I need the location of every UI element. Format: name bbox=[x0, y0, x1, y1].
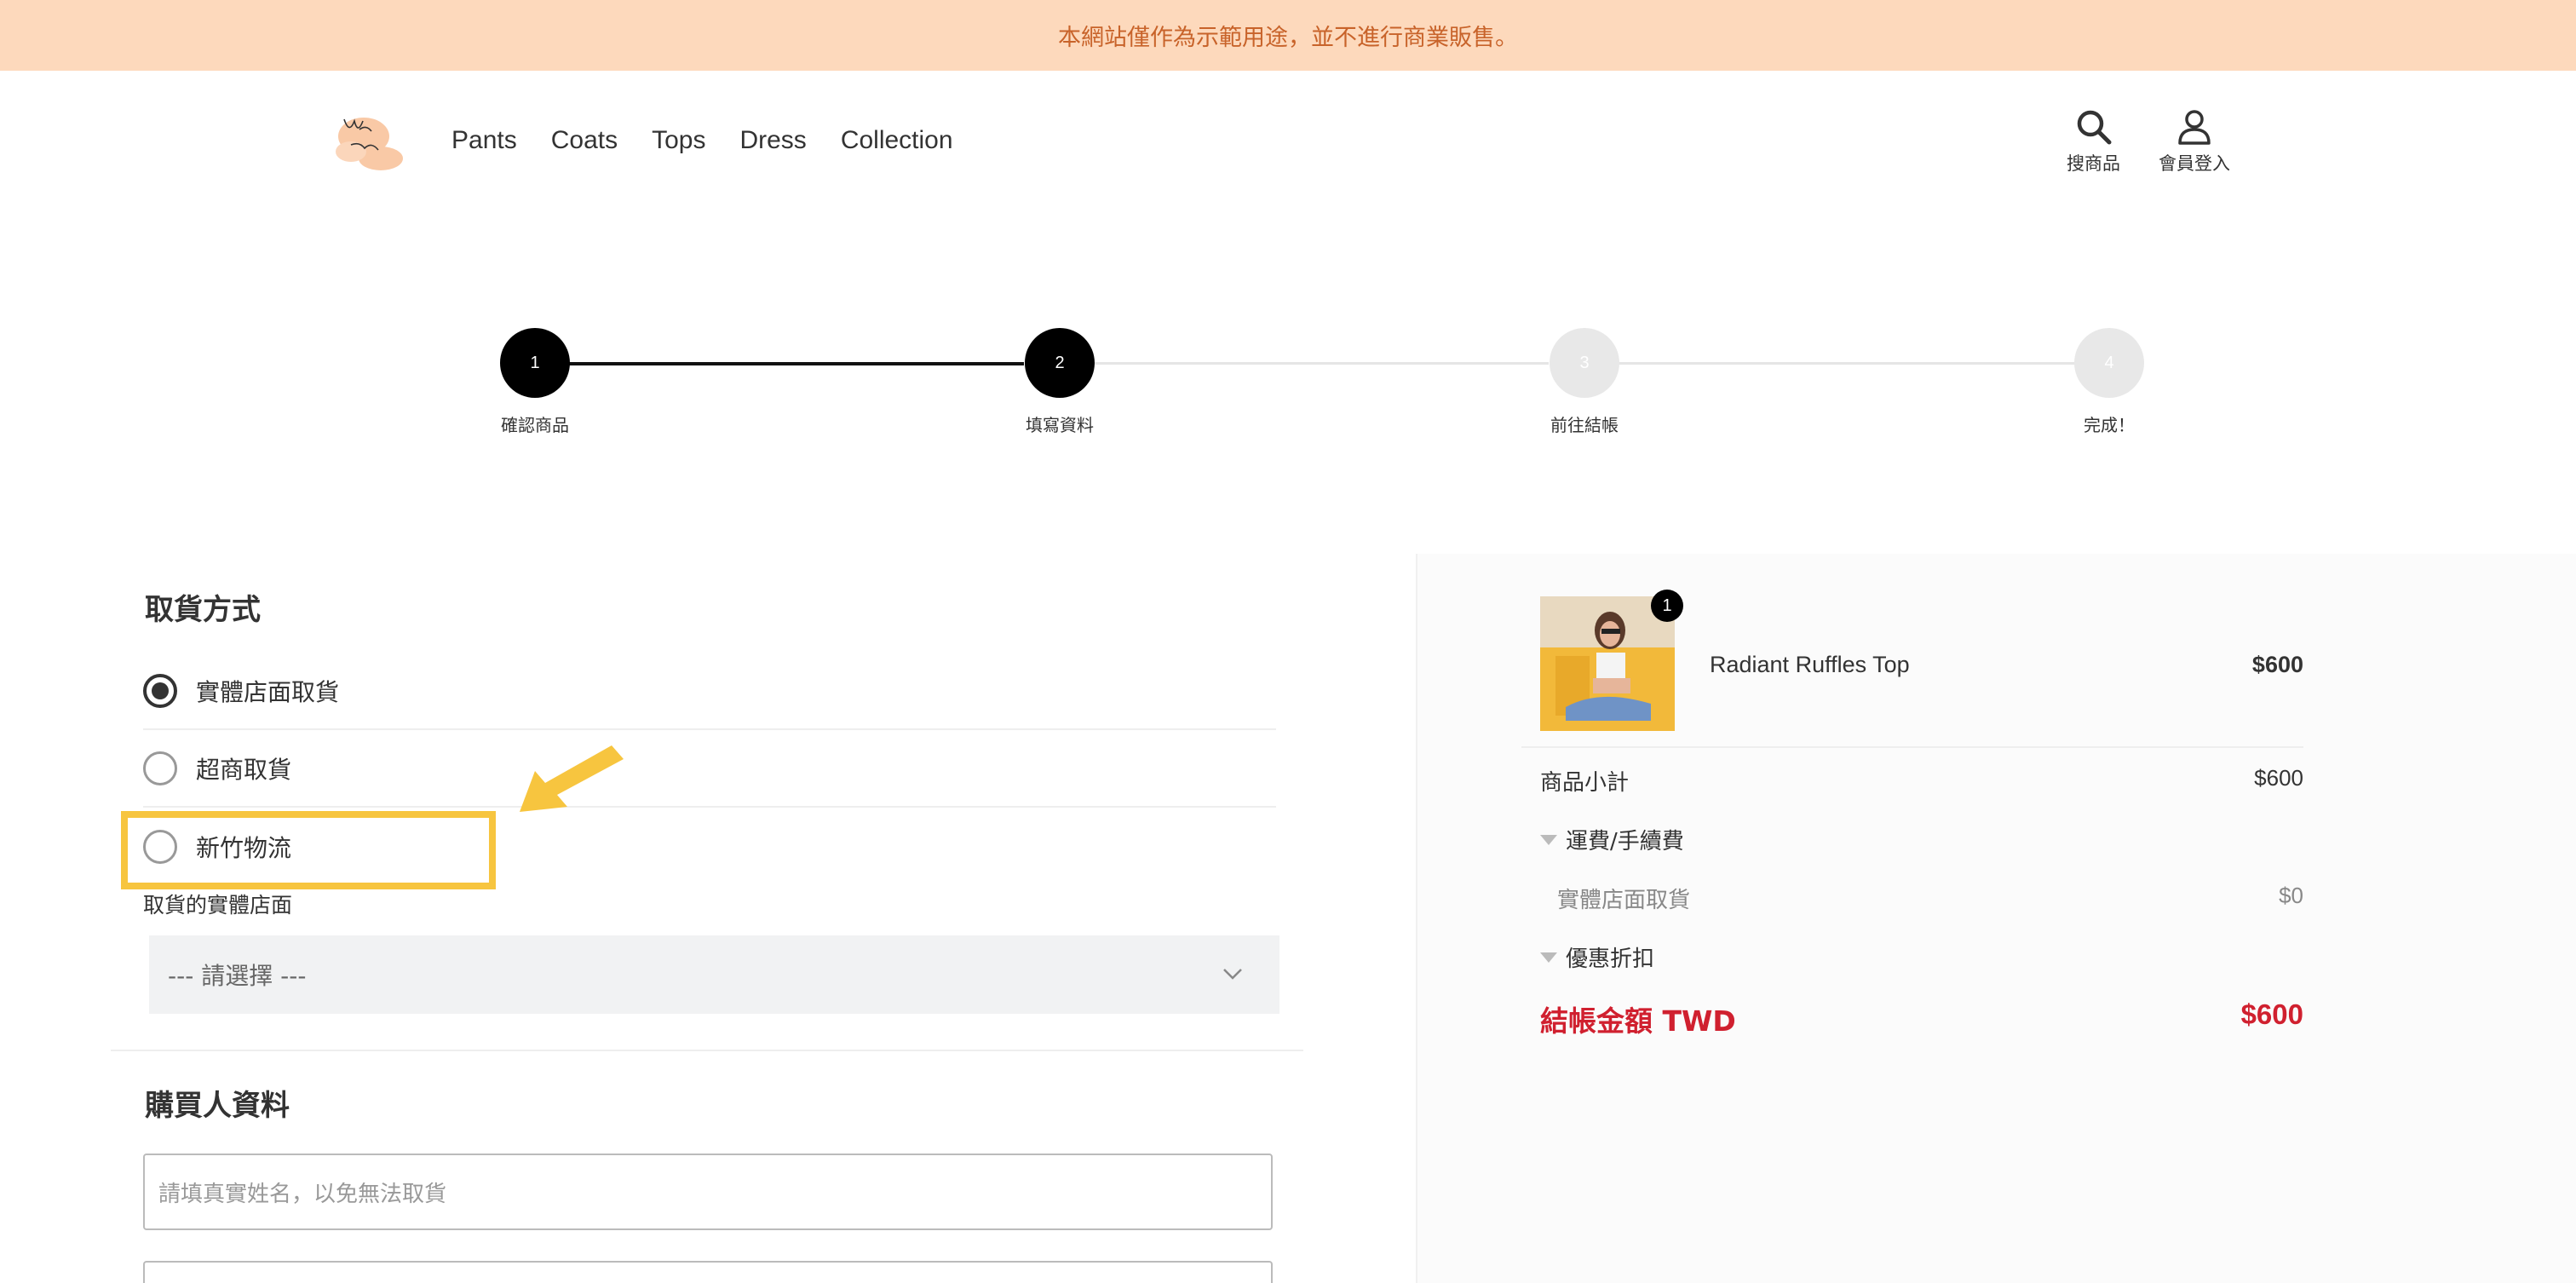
caret-down-icon bbox=[1540, 834, 1557, 845]
radio-convenience-store[interactable] bbox=[143, 751, 177, 785]
main-nav: Pants Coats Tops Dress Collection bbox=[451, 126, 953, 155]
store-select[interactable]: --- 請選擇 --- bbox=[149, 935, 1279, 1014]
shipping-method-value: $0 bbox=[2279, 883, 2303, 908]
account-login-button[interactable]: 會員登入 bbox=[2159, 107, 2230, 175]
radio-store[interactable] bbox=[143, 674, 177, 708]
store-select-label: 取貨的實體店面 bbox=[143, 893, 293, 918]
account-label: 會員登入 bbox=[2159, 153, 2230, 174]
buyer-next-input[interactable] bbox=[143, 1261, 1273, 1283]
brand-logo[interactable] bbox=[325, 101, 411, 177]
banner-text: 本網站僅作為示範用途，並不進行商業販售。 bbox=[1058, 25, 1518, 51]
nav-link-collection[interactable]: Collection bbox=[841, 126, 953, 155]
discount-label: 優惠折扣 bbox=[1566, 946, 1655, 972]
discount-toggle[interactable]: 優惠折扣 bbox=[1540, 941, 1654, 973]
nav-link-tops[interactable]: Tops bbox=[652, 126, 705, 155]
step-connector-1 bbox=[535, 362, 1024, 365]
shipping-method-label: 實體店面取貨 bbox=[1557, 888, 1691, 913]
checkout-progress: 1 2 3 4 確認商品 填寫資料 前往結帳 完成！ bbox=[0, 328, 2576, 439]
search-icon bbox=[2077, 110, 2111, 145]
step-3-label: 前往結帳 bbox=[1550, 415, 1619, 435]
pickup-option-convenience-label: 超商取貨 bbox=[196, 756, 292, 784]
buyer-info-title: 購買人資料 bbox=[145, 1089, 290, 1123]
nav-link-coats[interactable]: Coats bbox=[551, 126, 618, 155]
pickup-option-store-label: 實體店面取貨 bbox=[196, 678, 340, 706]
user-icon bbox=[2178, 110, 2211, 145]
step-connector-2 bbox=[1060, 362, 1549, 365]
item-quantity-badge: 1 bbox=[1651, 590, 1683, 622]
section-divider bbox=[111, 1050, 1303, 1051]
product-name: Radiant Ruffles Top bbox=[1710, 652, 1910, 677]
demo-notice-banner: 本網站僅作為示範用途，並不進行商業販售。 bbox=[0, 0, 2576, 71]
nav-link-dress[interactable]: Dress bbox=[739, 126, 806, 155]
store-select-value: --- 請選擇 --- bbox=[168, 962, 307, 990]
step-2-label: 填寫資料 bbox=[1026, 415, 1094, 435]
total-value: $600 bbox=[2240, 998, 2303, 1030]
step-2-circle: 2 bbox=[1025, 328, 1095, 398]
caret-down-icon bbox=[1540, 952, 1557, 963]
pickup-option-convenience-store[interactable]: 超商取貨 bbox=[143, 731, 1276, 808]
subtotal-label: 商品小計 bbox=[1540, 770, 1630, 796]
buyer-name-placeholder: 請填真實姓名，以免無法取貨 bbox=[158, 1181, 447, 1207]
pointer-arrow-icon bbox=[520, 745, 624, 812]
shipping-fee-toggle[interactable]: 運費/手續費 bbox=[1540, 824, 1684, 855]
step-4-label: 完成！ bbox=[2084, 415, 2135, 435]
summary-divider bbox=[1521, 746, 2303, 748]
product-price: $600 bbox=[2251, 652, 2303, 677]
shipping-fee-label: 運費/手續費 bbox=[1566, 829, 1684, 854]
total-label: 結帳金額 TWD bbox=[1540, 1004, 1736, 1038]
pickup-method-title: 取貨方式 bbox=[145, 593, 261, 627]
step-connector-3 bbox=[1584, 362, 2077, 365]
search-label: 搜商品 bbox=[2067, 153, 2120, 174]
subtotal-value: $600 bbox=[2254, 765, 2303, 791]
step-1-circle: 1 bbox=[500, 328, 570, 398]
step-3-circle: 3 bbox=[1550, 328, 1619, 398]
buyer-name-input[interactable]: 請填真實姓名，以免無法取貨 bbox=[143, 1154, 1273, 1230]
chevron-down-icon bbox=[1223, 969, 1242, 980]
pickup-option-store[interactable]: 實體店面取貨 bbox=[143, 653, 1276, 730]
highlight-box bbox=[121, 811, 496, 889]
step-4-circle: 4 bbox=[2074, 328, 2144, 398]
search-button[interactable]: 搜商品 bbox=[2067, 107, 2120, 175]
step-1-label: 確認商品 bbox=[501, 415, 569, 435]
nav-link-pants[interactable]: Pants bbox=[451, 126, 517, 155]
